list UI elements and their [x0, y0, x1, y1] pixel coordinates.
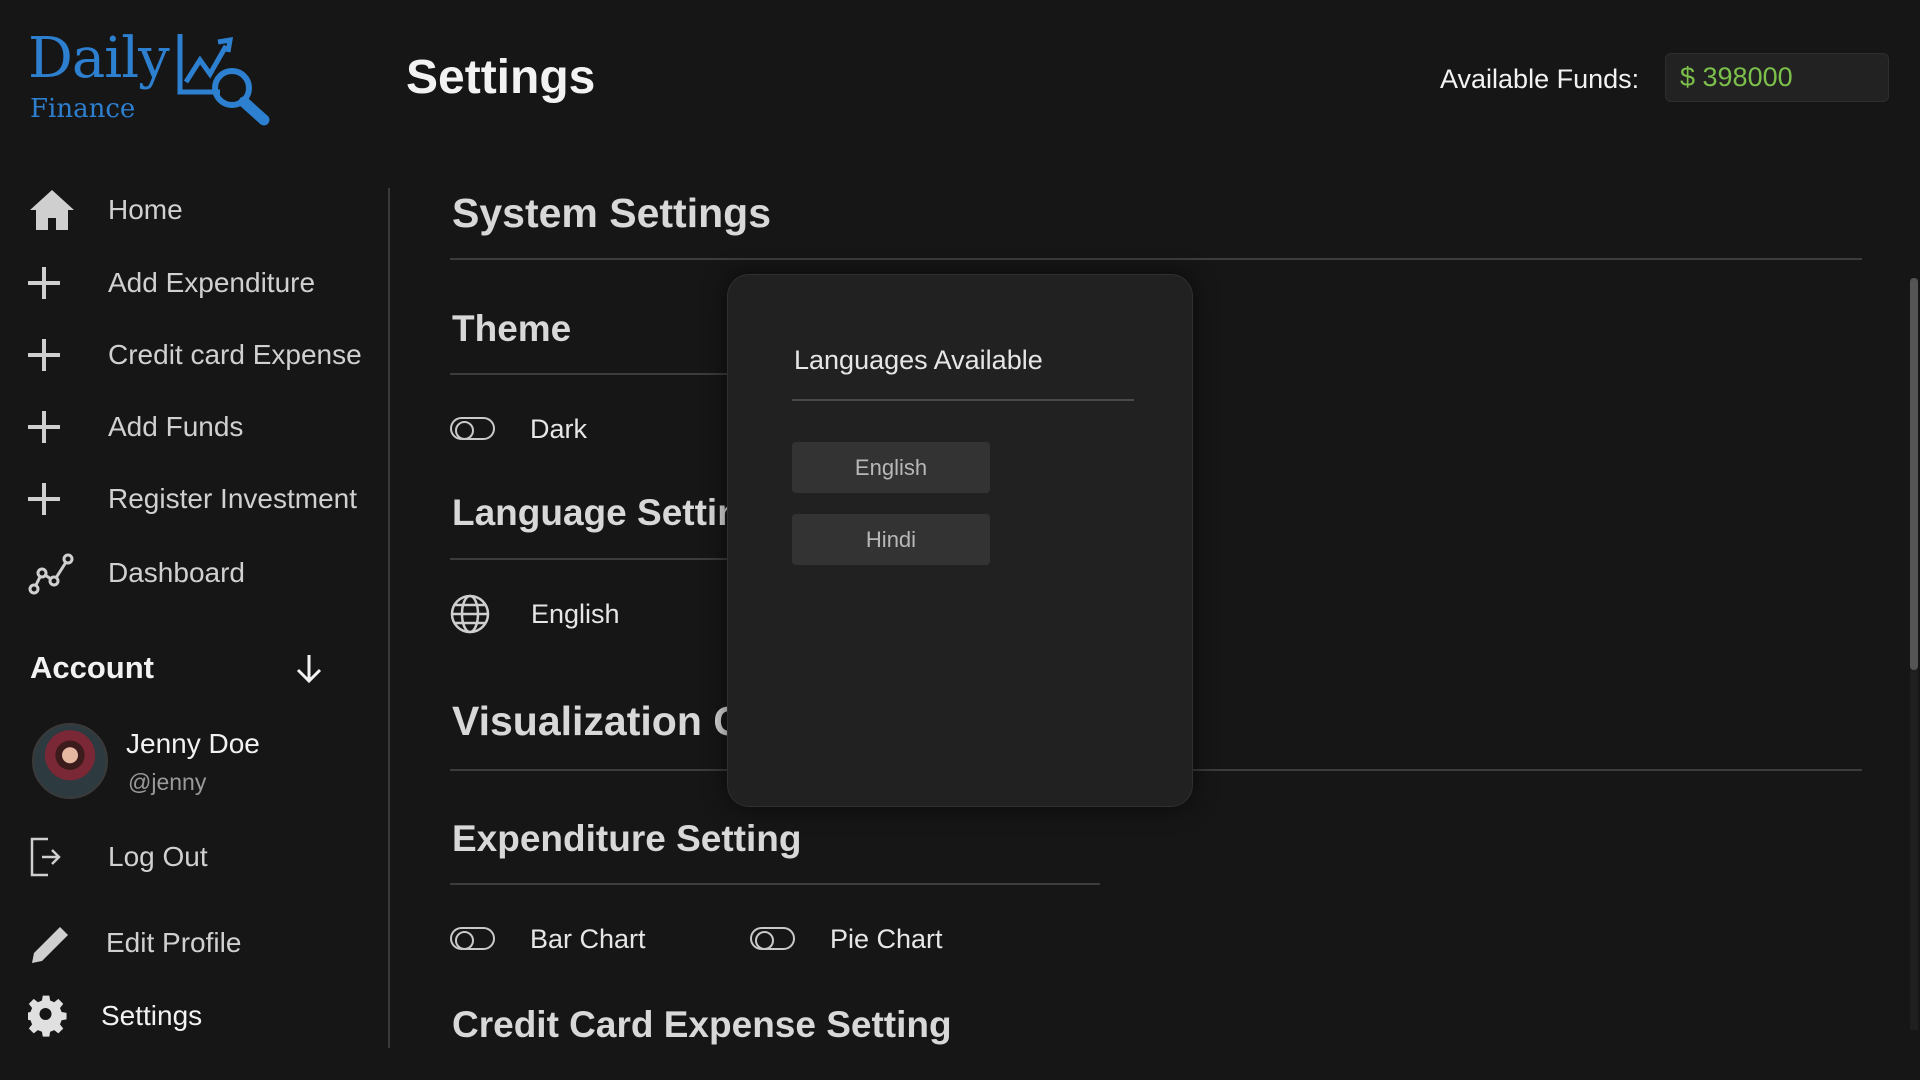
- available-funds-value: $ 398000: [1665, 53, 1889, 102]
- plus-icon: [28, 267, 60, 299]
- sidebar-item-label: Settings: [101, 1000, 203, 1031]
- user-handle: @jenny: [128, 769, 207, 795]
- magnifier-graph-icon: [177, 34, 270, 126]
- plus-icon: [28, 339, 60, 371]
- pie-chart-toggle[interactable]: [750, 927, 795, 950]
- system-settings-title: System Settings: [452, 190, 771, 236]
- logout-icon: [30, 837, 61, 877]
- plus-icon: [28, 483, 60, 515]
- sidebar-item-label: Add Expenditure: [108, 267, 316, 298]
- sidebar-divider: [388, 188, 390, 1048]
- credit-card-expense-setting-title: Credit Card Expense Setting: [452, 1004, 952, 1045]
- gear-icon: [28, 995, 67, 1037]
- bar-chart-label: Bar Chart: [530, 924, 646, 954]
- sidebar-item-label: Dashboard: [108, 557, 245, 588]
- sidebar-item-label: Home: [108, 194, 183, 225]
- sidebar-item-label: Log Out: [108, 841, 208, 872]
- page-title: Settings: [406, 51, 596, 104]
- logo-text-finance: Finance: [30, 94, 136, 124]
- account-section-header: Account: [30, 650, 154, 685]
- sidebar-item-edit-profile[interactable]: Edit Profile: [28, 917, 378, 967]
- expenditure-setting-title: Expenditure Setting: [452, 818, 802, 859]
- scrollbar-thumb[interactable]: [1910, 278, 1918, 670]
- divider: [450, 258, 1862, 260]
- sidebar-item-label: Register Investment: [108, 483, 357, 514]
- home-icon: [30, 190, 74, 230]
- sidebar-item-label: Add Funds: [108, 411, 244, 442]
- pencil-icon: [32, 927, 68, 963]
- dark-theme-label: Dark: [530, 414, 588, 444]
- sidebar-item-home[interactable]: Home: [28, 184, 378, 234]
- language-option-hindi[interactable]: Hindi: [792, 514, 990, 565]
- chart-line-icon: [28, 553, 74, 595]
- sidebar-item-settings[interactable]: Settings: [28, 990, 378, 1040]
- user-name: Jenny Doe: [126, 728, 260, 759]
- bar-chart-toggle[interactable]: [450, 927, 495, 950]
- logo-text-daily: Daily: [28, 26, 170, 91]
- pie-chart-label: Pie Chart: [830, 924, 943, 954]
- sidebar-item-add-expenditure[interactable]: Add Expenditure: [28, 257, 378, 307]
- sidebar-item-label: Credit card Expense: [108, 339, 362, 370]
- current-language-label[interactable]: English: [531, 599, 620, 630]
- visualization-title: Visualization G: [452, 698, 746, 744]
- arrow-down-icon[interactable]: [294, 652, 324, 686]
- theme-title: Theme: [452, 308, 572, 349]
- sidebar-item-dashboard[interactable]: Dashboard: [28, 547, 378, 597]
- language-settings-title: Language Settin: [452, 492, 740, 533]
- language-option-english[interactable]: English: [792, 442, 990, 493]
- popup-title: Languages Available: [794, 345, 1043, 375]
- sidebar-item-logout[interactable]: Log Out: [28, 831, 378, 881]
- logo[interactable]: Daily Finance: [28, 26, 278, 126]
- languages-popup: Languages Available English Hindi: [727, 274, 1193, 807]
- avatar[interactable]: [32, 723, 108, 799]
- sidebar-item-register-investment[interactable]: Register Investment: [28, 473, 378, 523]
- dark-theme-toggle[interactable]: [450, 417, 495, 440]
- available-funds-label: Available Funds:: [1440, 64, 1640, 94]
- plus-icon: [28, 411, 60, 443]
- divider: [450, 883, 1100, 885]
- sidebar: Home Add Expenditure Credit card Expense…: [0, 180, 390, 1050]
- sidebar-item-label: Edit Profile: [106, 927, 242, 958]
- app-window: Daily Finance Settings Available Funds: …: [0, 0, 1920, 1080]
- globe-icon[interactable]: [450, 594, 490, 634]
- divider: [792, 399, 1134, 401]
- sidebar-item-add-funds[interactable]: Add Funds: [28, 401, 378, 451]
- sidebar-item-credit-card-expense[interactable]: Credit card Expense: [28, 329, 378, 379]
